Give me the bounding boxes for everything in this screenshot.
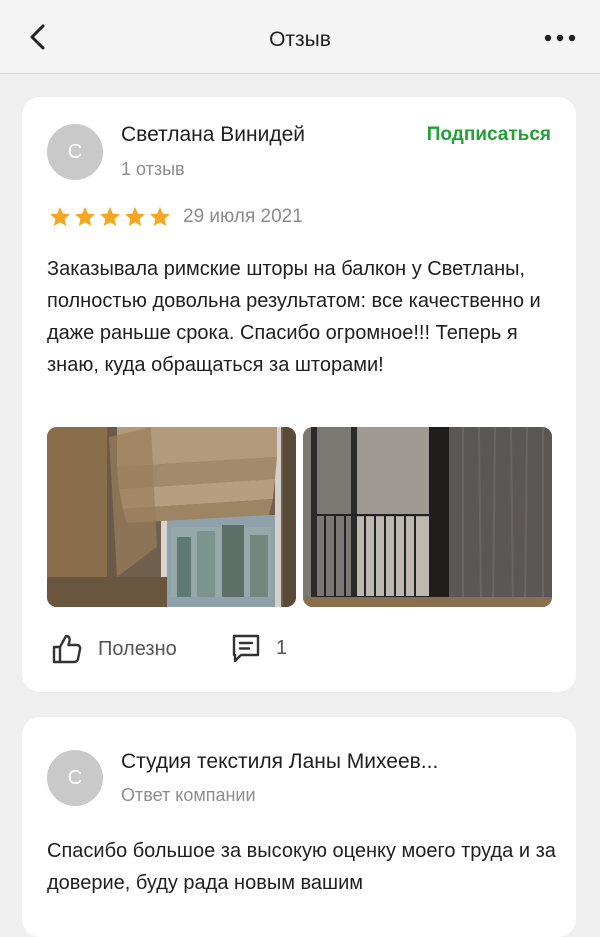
review-author-name[interactable]: Светлана Винидей	[121, 123, 305, 147]
star-icon	[150, 207, 170, 226]
rating-stars	[48, 205, 172, 229]
avatar[interactable]: С	[47, 750, 103, 806]
page-title: Отзыв	[269, 28, 331, 51]
helpful-button[interactable]: Полезно	[50, 632, 177, 666]
photo-balcony-curtains	[303, 427, 552, 607]
star-icon	[125, 207, 145, 226]
top-bar: Отзыв	[0, 0, 600, 74]
review-photo[interactable]	[47, 427, 296, 607]
reply-author-name[interactable]: Студия текстиля Ланы Михеев...	[121, 750, 438, 774]
star-icon	[100, 207, 120, 226]
comment-icon	[232, 634, 260, 663]
review-card: С Светлана Винидей 1 отзыв Подписаться 2…	[22, 97, 576, 692]
comments-button[interactable]: 1	[230, 632, 287, 664]
photo-roman-blinds	[47, 427, 296, 607]
avatar[interactable]: С	[47, 124, 103, 180]
review-author-count: 1 отзыв	[121, 159, 185, 179]
review-text: Заказывала римские шторы на балкон у Све…	[47, 258, 541, 376]
more-button[interactable]	[540, 24, 580, 52]
thumbs-up-icon	[52, 634, 82, 664]
star-icon	[50, 207, 70, 226]
review-date: 29 июля 2021	[183, 206, 303, 227]
reply-label: Ответ компании	[121, 785, 256, 805]
helpful-label: Полезно	[98, 637, 177, 660]
review-photo[interactable]	[303, 427, 552, 607]
subscribe-button[interactable]: Подписаться	[427, 124, 551, 146]
star-icon	[75, 207, 95, 226]
comments-count: 1	[276, 636, 288, 659]
more-horizontal-icon	[544, 34, 576, 42]
reply-text: Спасибо большое за высокую оценку моего …	[47, 840, 556, 894]
company-reply-card: С Студия текстиля Ланы Михеев... Ответ к…	[22, 717, 576, 937]
